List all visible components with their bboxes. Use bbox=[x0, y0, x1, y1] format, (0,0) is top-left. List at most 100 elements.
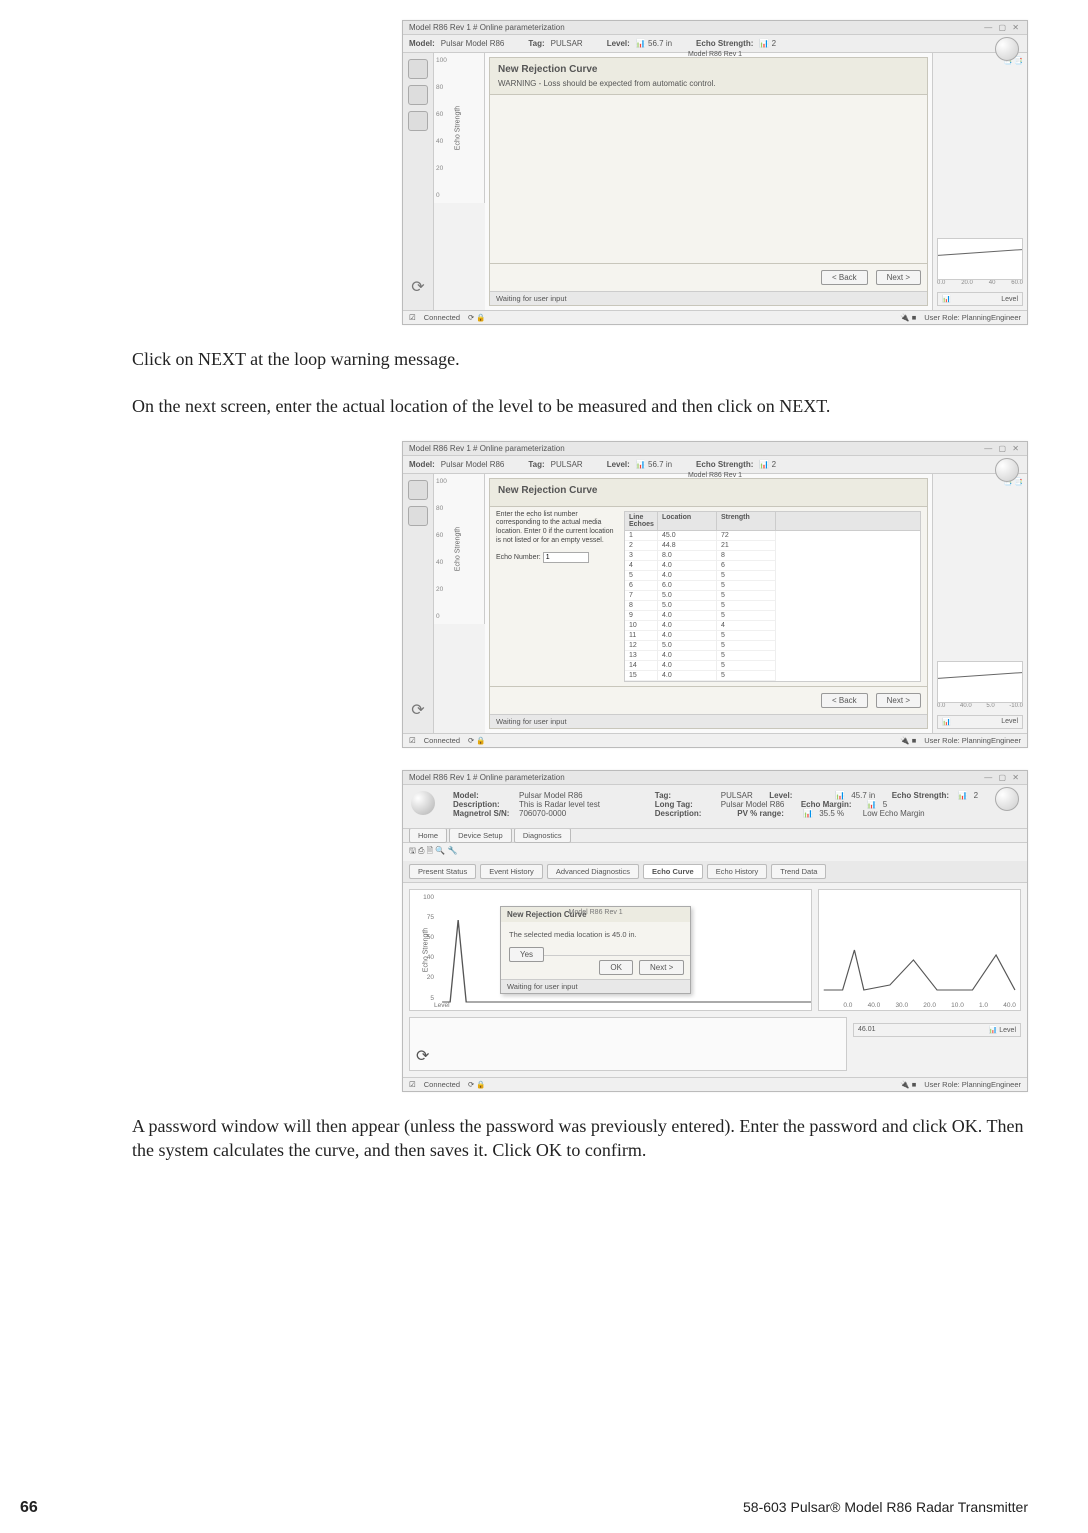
wizard-warning: WARNING - Loss should be expected from a… bbox=[498, 79, 919, 88]
refresh-icon[interactable]: ⟳ bbox=[408, 701, 428, 721]
tab-event-history[interactable]: Event History bbox=[480, 864, 543, 879]
tab-adv-diag[interactable]: Advanced Diagnostics bbox=[547, 864, 639, 879]
echo-badge: 📊 2 bbox=[759, 39, 776, 48]
instruction-paragraph-3: A password window will then appear (unle… bbox=[110, 1114, 1028, 1164]
home-icon[interactable] bbox=[408, 480, 428, 500]
brand-logo bbox=[995, 37, 1019, 61]
echo-table[interactable]: Line Echoes Location Strength 145.072244… bbox=[624, 511, 921, 682]
col-strength: Strength bbox=[717, 512, 776, 530]
page-footer: 66 58-603 Pulsar® Model R86 Radar Transm… bbox=[0, 1499, 1088, 1517]
left-echo-chart: Echo Strength 100 80 60 40 20 0 bbox=[434, 53, 485, 203]
readout-label: Level bbox=[1001, 296, 1018, 303]
dialog-subtitle: Model R86 Rev 1 bbox=[569, 909, 623, 916]
header-bar: Model:Pulsar Model R86 Tag:PULSAR Model … bbox=[403, 456, 1027, 474]
table-row[interactable]: 75.05 bbox=[625, 591, 920, 601]
table-row[interactable]: 38.08 bbox=[625, 551, 920, 561]
wizard-panel: New Rejection Curve WARNING - Loss shoul… bbox=[489, 57, 928, 306]
tab-trend-data[interactable]: Trend Data bbox=[771, 864, 826, 879]
next-button[interactable]: Next > bbox=[639, 960, 684, 975]
readout-value: 46.01 📊 Level bbox=[853, 1023, 1021, 1037]
user-role: User Role: PlanningEngineer bbox=[924, 313, 1021, 322]
y-axis-ticks: 100 80 60 40 20 0 bbox=[436, 57, 447, 199]
tab-present-status[interactable]: Present Status bbox=[409, 864, 476, 879]
wizard-status: Waiting for user input bbox=[490, 714, 927, 728]
confirm-dialog: New Rejection Curve Model R86 Rev 1 The … bbox=[500, 906, 691, 994]
sidebar: ⟳ bbox=[403, 474, 434, 733]
connected-label: Connected bbox=[424, 313, 460, 322]
wizard-title: New Rejection Curve bbox=[498, 64, 919, 75]
table-row[interactable]: 144.05 bbox=[625, 661, 920, 671]
table-row[interactable]: 244.821 bbox=[625, 541, 920, 551]
echo-key: Echo Strength: bbox=[696, 39, 753, 48]
echo-number-input[interactable] bbox=[543, 552, 589, 563]
refresh-icon[interactable]: ⟳ bbox=[416, 1046, 429, 1066]
table-row[interactable]: 85.05 bbox=[625, 601, 920, 611]
back-button[interactable]: < Back bbox=[821, 270, 868, 285]
mini-readout: 📊 Level bbox=[937, 715, 1023, 729]
table-row[interactable]: 66.05 bbox=[625, 581, 920, 591]
save-icon[interactable] bbox=[408, 111, 428, 131]
refresh-icon[interactable]: ⟳ bbox=[408, 278, 428, 298]
home-icon[interactable] bbox=[408, 85, 428, 105]
footer-doc-title: 58-603 Pulsar® Model R86 Radar Transmitt… bbox=[743, 1499, 1028, 1517]
window-controls[interactable]: — ▢ ✕ bbox=[984, 773, 1021, 782]
tag-value: PULSAR bbox=[551, 39, 583, 48]
app-statusbar: ☑ Connected ⟳ 🔒 🔌 ■ User Role: PlanningE… bbox=[403, 1077, 1027, 1091]
echo-number-label: Echo Number: bbox=[496, 554, 541, 561]
next-button[interactable]: Next > bbox=[876, 693, 921, 708]
instruction-paragraph-2: On the next screen, enter the actual loc… bbox=[110, 394, 1028, 419]
level-badge: 📊 56.7 in bbox=[636, 39, 672, 48]
page-number: 66 bbox=[20, 1499, 38, 1517]
y-axis-label: Echo Strength bbox=[455, 106, 462, 150]
screenshot-1: Model R86 Rev 1 # Online parameterizatio… bbox=[402, 20, 1028, 325]
window-title: Model R86 Rev 1 # Online parameterizatio… bbox=[409, 444, 565, 453]
sidebar-tool-icon[interactable] bbox=[408, 59, 428, 79]
screenshot-3: Model R86 Rev 1 # Online parameterizatio… bbox=[402, 770, 1028, 1092]
app-statusbar: ☑ Connected ⟳ 🔒 🔌 ■ User Role: PlanningE… bbox=[403, 310, 1027, 324]
dialog-status: Waiting for user input bbox=[501, 979, 690, 993]
back-button[interactable]: < Back bbox=[821, 693, 868, 708]
ok-button[interactable]: OK bbox=[599, 960, 633, 975]
tab-echo-history[interactable]: Echo History bbox=[707, 864, 768, 879]
tab-home[interactable]: Home bbox=[409, 828, 447, 843]
save-icon[interactable] bbox=[408, 506, 428, 526]
window-title: Model R86 Rev 1 # Online parameterizatio… bbox=[409, 23, 565, 32]
tab-diagnostics[interactable]: Diagnostics bbox=[514, 828, 571, 843]
window-titlebar: Model R86 Rev 1 # Online parameterizatio… bbox=[403, 21, 1027, 35]
left-echo-chart: Echo Strength 100 80 60 40 20 0 bbox=[434, 474, 485, 624]
table-row[interactable]: 114.05 bbox=[625, 631, 920, 641]
header-bar: Model:Pulsar Model R86 Tag:PULSAR Model … bbox=[403, 35, 1027, 53]
wizard-panel: New Rejection Curve Enter the echo list … bbox=[489, 478, 928, 729]
table-row[interactable]: 145.072 bbox=[625, 531, 920, 541]
yes-button[interactable]: Yes bbox=[509, 947, 544, 962]
brand-logo bbox=[995, 458, 1019, 482]
sub-tabs: Present Status Event History Advanced Di… bbox=[403, 861, 1027, 883]
window-controls[interactable]: — ▢ ✕ bbox=[984, 23, 1021, 32]
table-row[interactable]: 44.06 bbox=[625, 561, 920, 571]
table-row[interactable]: 154.05 bbox=[625, 671, 920, 681]
sidebar: ⟳ bbox=[403, 53, 434, 310]
app-statusbar: ☑ Connected ⟳ 🔒 🔌 ■ User Role: PlanningE… bbox=[403, 733, 1027, 747]
wizard-instruction: Enter the echo list number corresponding… bbox=[496, 511, 616, 546]
echo-curve-chart-right: 0.0 40.0 30.0 20.0 10.0 1.0 40.0 bbox=[818, 889, 1021, 1011]
table-row[interactable]: 134.05 bbox=[625, 651, 920, 661]
wizard-status: Waiting for user input bbox=[490, 291, 927, 305]
table-row[interactable]: 125.05 bbox=[625, 641, 920, 651]
col-location: Location bbox=[658, 512, 717, 530]
mini-plot bbox=[937, 238, 1023, 280]
tab-device-setup[interactable]: Device Setup bbox=[449, 828, 512, 843]
window-titlebar: Model R86 Rev 1 # Online parameterizatio… bbox=[403, 771, 1027, 785]
next-button[interactable]: Next > bbox=[876, 270, 921, 285]
right-preview-panel: 📑 📑 0.0 20.0 40 60.0 📊 Level bbox=[932, 53, 1027, 310]
tag-key: Tag: bbox=[528, 39, 544, 48]
table-row[interactable]: 54.05 bbox=[625, 571, 920, 581]
level-key: Level: bbox=[607, 39, 630, 48]
table-row[interactable]: 94.05 bbox=[625, 611, 920, 621]
table-row[interactable]: 104.04 bbox=[625, 621, 920, 631]
window-title: Model R86 Rev 1 # Online parameterizatio… bbox=[409, 773, 565, 782]
col-line-echoes: Line Echoes bbox=[625, 512, 658, 530]
wizard-title: New Rejection Curve bbox=[498, 485, 919, 496]
device-icon bbox=[411, 791, 435, 815]
window-controls[interactable]: — ▢ ✕ bbox=[984, 444, 1021, 453]
tab-echo-curve[interactable]: Echo Curve bbox=[643, 864, 703, 879]
